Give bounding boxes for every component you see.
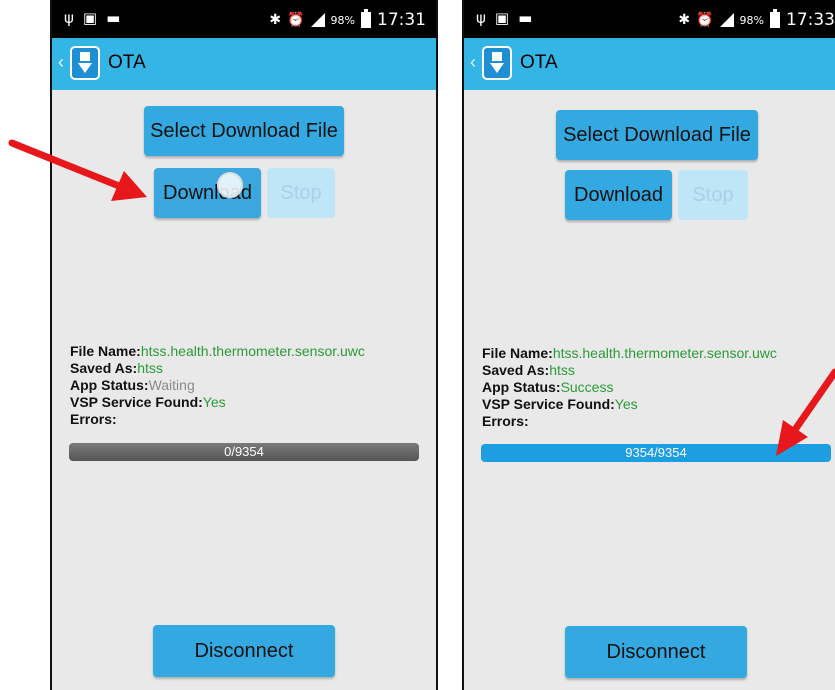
annotation-arrow-progress: [776, 368, 835, 456]
annotation-arrows: [8, 139, 835, 456]
annotation-arrow-download: [8, 139, 147, 201]
